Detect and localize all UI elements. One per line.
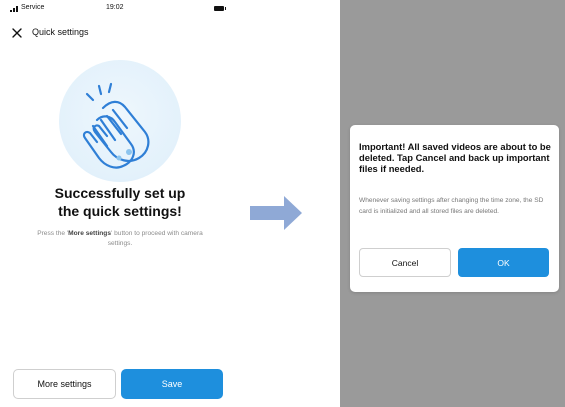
save-button[interactable]: Save [121, 369, 223, 399]
description-prefix: Press the ' [37, 230, 69, 237]
success-title: Successfully set up the quick settings! [20, 184, 220, 220]
clapping-hands-icon [82, 82, 150, 169]
warning-dialog: Important! All saved videos are about to… [350, 125, 559, 292]
signal-icon [10, 6, 20, 12]
quick-settings-screen: Service 19:02 Quick settings Successfull… [0, 0, 240, 407]
battery-icon [214, 6, 226, 11]
dialog-title: Important! All saved videos are about to… [359, 141, 551, 174]
more-settings-button[interactable]: More settings [13, 369, 116, 399]
status-bar: Service 19:02 [0, 0, 240, 18]
page-title: Quick settings [32, 27, 89, 37]
hero-illustration [59, 60, 181, 182]
close-icon[interactable] [10, 26, 24, 40]
description-suffix: ' button to proceed with camera settings… [107, 230, 203, 247]
description-bold: More settings [68, 230, 112, 237]
success-title-line1: Successfully set up [54, 185, 186, 201]
success-description: Press the 'More settings' button to proc… [25, 229, 215, 249]
header: Quick settings [0, 22, 240, 44]
overlay-screen: Important! All saved videos are about to… [340, 0, 565, 407]
arrow-right-icon [250, 196, 302, 230]
carrier-name: Service [21, 4, 45, 11]
status-time: 19:02 [106, 4, 124, 11]
cancel-button[interactable]: Cancel [359, 248, 451, 277]
success-title-line2: the quick settings! [58, 203, 182, 219]
ok-button[interactable]: OK [458, 248, 549, 277]
dialog-message: Whenever saving settings after changing … [359, 197, 544, 215]
